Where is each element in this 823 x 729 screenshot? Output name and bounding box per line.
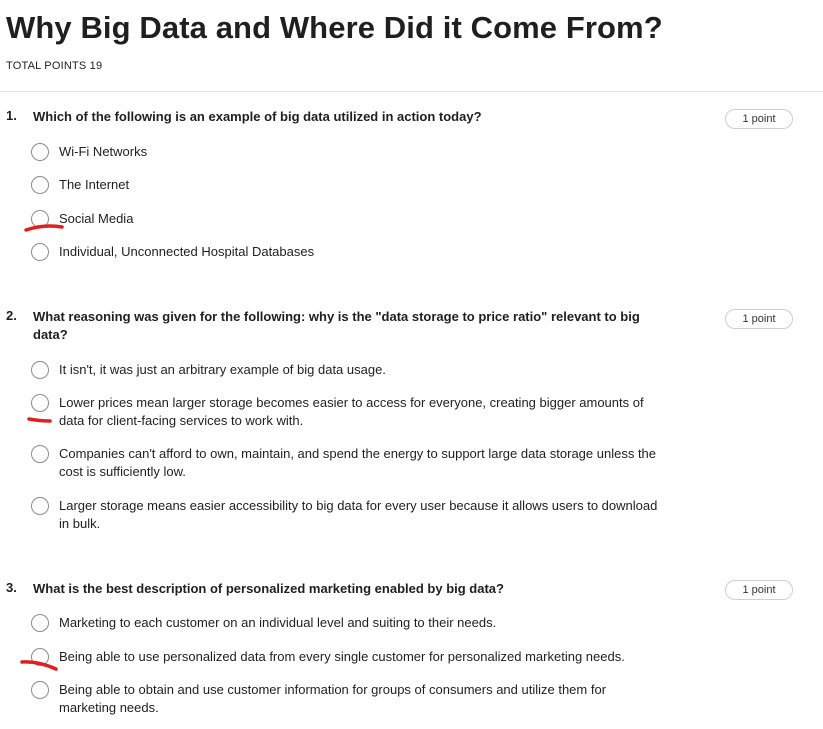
- annotation-underline: [27, 417, 52, 423]
- annotation-underline: [20, 660, 58, 671]
- question-text: Which of the following is an example of …: [33, 109, 482, 124]
- header-divider: [0, 91, 823, 92]
- radio-button[interactable]: [31, 243, 49, 261]
- option-label: Social Media: [59, 211, 134, 226]
- radio-button[interactable]: [31, 361, 49, 379]
- total-points: TOTAL POINTS 19: [6, 60, 103, 72]
- radio-button[interactable]: [31, 445, 49, 463]
- option-label: Larger storage means easier accessibilit…: [59, 498, 658, 531]
- radio-button[interactable]: [31, 497, 49, 515]
- option-label: Lower prices mean larger storage becomes…: [59, 395, 644, 428]
- radio-button[interactable]: [31, 681, 49, 699]
- points-badge: 1 point: [725, 309, 793, 329]
- points-badge: 1 point: [725, 580, 793, 600]
- radio-button[interactable]: [31, 143, 49, 161]
- option-label: Companies can't afford to own, maintain,…: [59, 446, 657, 479]
- option-label: Being able to obtain and use customer in…: [59, 682, 607, 715]
- option-label: Being able to use personalized data from…: [59, 649, 625, 664]
- option-label: Wi-Fi Networks: [59, 144, 148, 159]
- radio-button[interactable]: [31, 614, 49, 632]
- question-number: 2.: [6, 308, 17, 323]
- option-label: Marketing to each customer on an individ…: [59, 615, 497, 630]
- points-badge: 1 point: [725, 109, 793, 129]
- page-title: Why Big Data and Where Did it Come From?: [6, 10, 663, 45]
- question-number: 3.: [6, 580, 17, 595]
- option-label: The Internet: [59, 177, 130, 192]
- option-label: Individual, Unconnected Hospital Databas…: [59, 244, 315, 259]
- option-label: It isn't, it was just an arbitrary examp…: [59, 362, 386, 377]
- annotation-underline: [24, 224, 64, 232]
- question-text: What is the best description of personal…: [33, 581, 504, 596]
- question-number: 1.: [6, 108, 17, 123]
- question-text: What reasoning was given for the followi…: [33, 309, 640, 342]
- radio-button[interactable]: [31, 176, 49, 194]
- radio-button[interactable]: [31, 394, 49, 412]
